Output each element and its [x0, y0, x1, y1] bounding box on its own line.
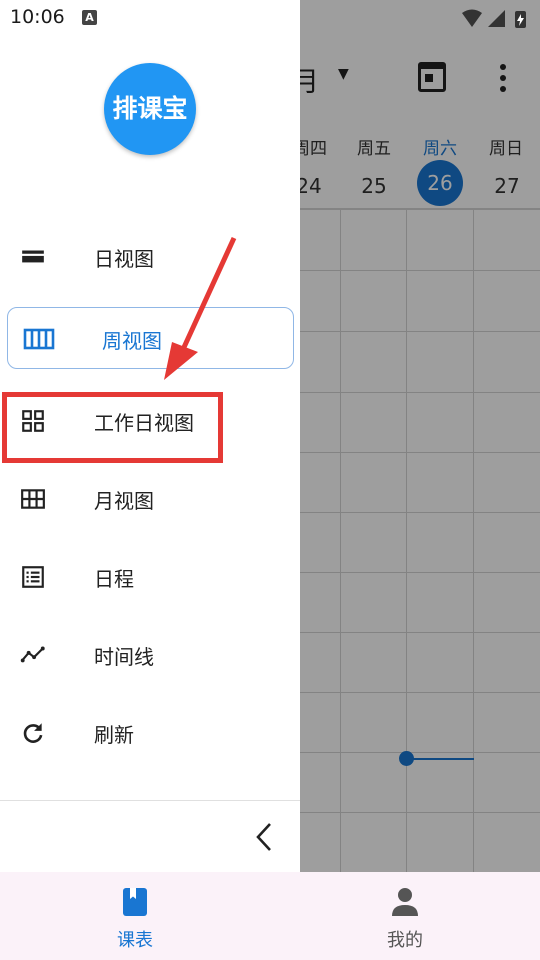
menu-item-label: 月视图: [94, 489, 154, 513]
status-bar: 10:06 A: [0, 0, 540, 36]
menu-item-month-view[interactable]: 月视图: [0, 468, 300, 530]
menu-item-label: 日视图: [94, 247, 154, 271]
menu-item-label: 日程: [94, 567, 134, 591]
status-time: 10:06: [10, 6, 65, 28]
menu-item-schedule[interactable]: 日程: [0, 546, 300, 608]
menu-item-label: 刷新: [94, 723, 134, 747]
day-view-icon: [22, 250, 44, 263]
drawer-divider: [0, 800, 300, 801]
refresh-icon: [23, 723, 43, 743]
system-status-icons: [462, 9, 526, 28]
bookmark-book-icon: [123, 888, 147, 916]
tab-label: 我的: [387, 930, 423, 951]
wifi-icon: [462, 9, 482, 27]
menu-item-refresh[interactable]: 刷新: [0, 702, 300, 764]
highlight-annotation-box: [2, 392, 223, 463]
month-view-icon: [21, 489, 45, 509]
collapse-drawer-chevron-left-icon[interactable]: [248, 818, 280, 856]
schedule-icon: [22, 566, 44, 588]
annotation-arrow: [164, 236, 237, 380]
person-icon: [392, 888, 418, 916]
bottom-navigation: 课表 我的: [0, 872, 540, 960]
timeline-icon: [20, 646, 45, 663]
tab-schedule[interactable]: 课表: [0, 872, 270, 960]
notification-icon: A: [82, 10, 97, 25]
tab-label: 课表: [117, 930, 153, 951]
menu-item-timeline[interactable]: 时间线: [0, 624, 300, 686]
app-logo: 排课宝: [104, 63, 196, 155]
signal-icon: [488, 10, 505, 27]
week-view-icon: [23, 328, 55, 350]
tab-mine[interactable]: 我的: [270, 872, 540, 960]
menu-item-label: 时间线: [94, 645, 154, 669]
